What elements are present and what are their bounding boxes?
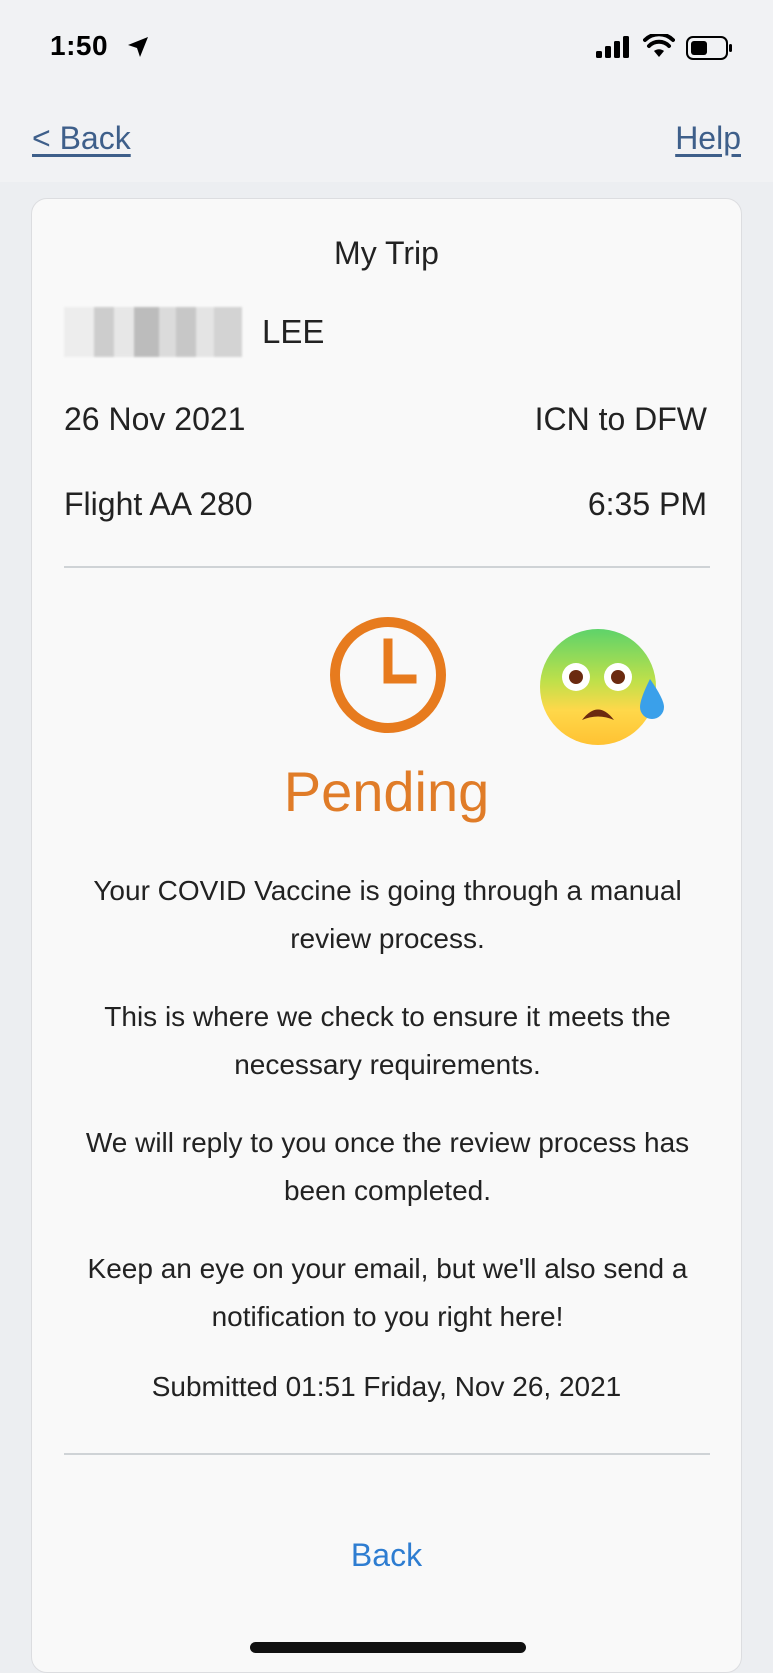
home-indicator[interactable] xyxy=(250,1642,526,1653)
submitted-timestamp: Submitted 01:51 Friday, Nov 26, 2021 xyxy=(151,1371,622,1402)
trip-card: My Trip LEE 26 Nov 2021 ICN to DFW Fligh… xyxy=(31,198,742,1673)
flight-number: Flight AA 280 xyxy=(64,486,253,522)
battery-icon xyxy=(686,36,734,65)
nav-bar: < Back Help xyxy=(0,100,773,182)
status-message: Keep an eye on your email, but we'll als… xyxy=(87,1253,688,1332)
divider xyxy=(64,1453,710,1455)
trip-route: ICN to DFW xyxy=(534,401,707,437)
flight-row: Flight AA 280 6:35 PM xyxy=(64,486,707,530)
clock-icon xyxy=(326,613,450,742)
trip-date-route-row: 26 Nov 2021 ICN to DFW xyxy=(64,401,707,445)
redacted-first-name xyxy=(64,307,242,357)
status-label: Pending xyxy=(283,760,490,823)
status-message: We will reply to you once the review pro… xyxy=(85,1127,690,1206)
divider xyxy=(64,566,710,568)
help-link[interactable]: Help xyxy=(675,120,741,157)
passenger-name: LEE xyxy=(262,313,325,350)
departure-time: 6:35 PM xyxy=(587,486,707,522)
signal-icon xyxy=(596,36,632,63)
trip-date: 26 Nov 2021 xyxy=(64,401,246,437)
status-message: This is where we check to ensure it meet… xyxy=(104,1001,671,1080)
status-bar: 1:50 xyxy=(0,0,773,100)
back-button[interactable]: Back xyxy=(32,1537,741,1574)
status-time: 1:50 xyxy=(50,30,109,61)
anxious-face-emoji-icon xyxy=(538,625,668,758)
wifi-icon xyxy=(643,32,675,63)
status-message: Your COVID Vaccine is going through a ma… xyxy=(93,875,682,954)
card-title: My Trip xyxy=(334,235,439,271)
back-link[interactable]: < Back xyxy=(32,120,131,157)
location-arrow-icon xyxy=(127,36,149,63)
